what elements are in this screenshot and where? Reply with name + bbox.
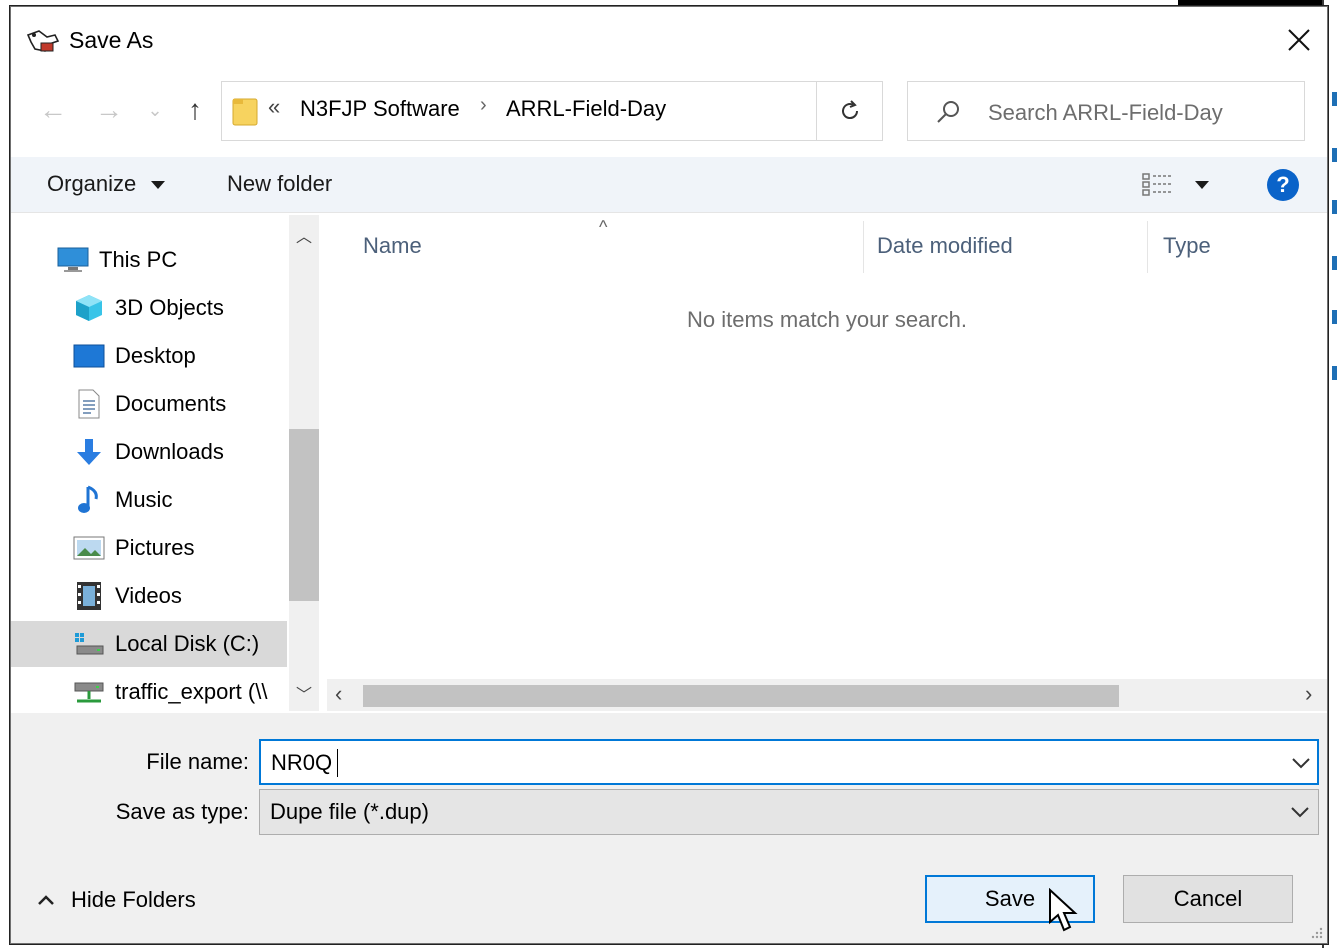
window-title: Save As — [69, 27, 154, 53]
navigation-pane: This PC 3D Objects Desktop Documents Dow… — [11, 215, 321, 711]
scroll-right-icon[interactable]: › — [1305, 681, 1312, 707]
sidebar-item-this-pc[interactable]: This PC — [11, 237, 287, 283]
title-bar: Save As — [11, 7, 1327, 71]
up-button[interactable]: ↑ — [177, 87, 213, 133]
file-name-field[interactable]: NR0Q — [259, 739, 1319, 785]
resize-grip-icon[interactable] — [1309, 925, 1323, 939]
sidebar-item-label: Desktop — [115, 343, 196, 368]
sidebar-item-downloads[interactable]: Downloads — [11, 429, 287, 475]
sidebar-item-videos[interactable]: Videos — [11, 573, 287, 619]
desktop-icon — [73, 341, 105, 371]
cancel-button[interactable]: Cancel — [1123, 875, 1293, 923]
sort-ascending-icon: ^ — [599, 217, 608, 237]
scrollbar-thumb[interactable] — [289, 429, 319, 601]
scroll-left-icon[interactable]: ‹ — [335, 681, 342, 707]
sidebar-item-local-disk[interactable]: Local Disk (C:) — [11, 621, 287, 667]
up-arrow-icon: ↑ — [188, 94, 202, 125]
folder-icon — [232, 98, 258, 126]
command-bar: Organize New folder ? — [11, 157, 1327, 213]
address-bar[interactable]: « N3FJP Software › ARRL-Field-Day — [221, 81, 994, 141]
save-form: File name: NR0Q Save as type: Dupe file … — [11, 713, 1327, 943]
chevron-down-icon[interactable] — [1291, 755, 1311, 771]
hide-folders-button[interactable]: Hide Folders — [37, 887, 196, 913]
column-header-date-modified[interactable]: Date modified — [877, 233, 1013, 259]
sidebar-item-documents[interactable]: Documents — [11, 381, 287, 427]
save-as-dialog: Save As ← → ⌄ ↑ « N3FJP Software › ARRL-… — [10, 6, 1328, 944]
save-as-type-select[interactable]: Dupe file (*.dup) — [259, 789, 1319, 835]
organize-button[interactable]: Organize — [47, 171, 136, 197]
column-divider[interactable] — [1147, 221, 1148, 273]
film-icon — [73, 581, 105, 611]
breadcrumb-arrl-field-day[interactable]: ARRL-Field-Day — [506, 96, 666, 122]
close-button[interactable] — [1271, 17, 1327, 63]
chevron-up-icon — [38, 895, 54, 905]
sidebar-item-label: Documents — [115, 391, 227, 416]
view-options-icon[interactable] — [1141, 171, 1175, 199]
search-icon — [937, 101, 959, 123]
save-as-type-value: Dupe file (*.dup) — [270, 799, 429, 824]
chevron-down-icon: ⌄ — [147, 99, 163, 120]
chevron-down-icon[interactable] — [1290, 804, 1310, 820]
music-note-icon — [73, 485, 105, 515]
forward-button[interactable]: → — [89, 87, 129, 133]
close-icon — [1288, 29, 1310, 51]
document-icon — [73, 389, 105, 419]
back-arrow-icon: ← — [39, 94, 67, 125]
sidebar-item-3d-objects[interactable]: 3D Objects — [11, 285, 287, 331]
sidebar-item-label: Pictures — [115, 535, 195, 560]
mouse-pointer-icon — [1049, 888, 1078, 932]
sidebar-item-label: 3D Objects — [115, 295, 224, 320]
sidebar-item-label: Videos — [115, 583, 182, 608]
drive-icon — [73, 629, 105, 659]
app-icon — [26, 30, 60, 52]
recent-locations-button[interactable]: ⌄ — [143, 87, 167, 133]
sidebar-item-label: traffic_export (\\ — [115, 679, 268, 704]
scrollbar-thumb[interactable] — [363, 685, 1119, 707]
search-box[interactable]: Search ARRL-Field-Day — [907, 81, 1305, 141]
file-name-label: File name: — [146, 749, 249, 774]
navigation-scrollbar[interactable]: ︿ ﹀ — [289, 215, 319, 711]
save-as-type-label: Save as type: — [115, 799, 249, 824]
text-cursor — [337, 749, 338, 777]
scroll-up-icon[interactable]: ︿ — [296, 223, 312, 247]
view-options-caret-icon[interactable] — [1195, 181, 1209, 189]
sidebar-item-music[interactable]: Music — [11, 477, 287, 523]
sidebar-item-label: Music — [115, 487, 173, 512]
address-overflow[interactable]: « — [268, 94, 280, 120]
breadcrumb-n3fjp-software[interactable]: N3FJP Software — [300, 96, 460, 122]
monitor-icon — [57, 245, 89, 275]
file-list: ^ Name Date modified Type No items match… — [327, 215, 1327, 711]
help-button[interactable]: ? — [1267, 169, 1299, 201]
scroll-down-icon[interactable]: ﹀ — [296, 681, 312, 705]
sidebar-item-traffic-export[interactable]: traffic_export (\\ — [11, 669, 287, 711]
cube-icon — [73, 293, 105, 323]
column-divider[interactable] — [863, 221, 864, 273]
forward-arrow-icon: → — [95, 94, 123, 125]
breadcrumb-separator[interactable]: › — [480, 94, 487, 117]
column-header-type[interactable]: Type — [1163, 233, 1211, 259]
sidebar-item-label: Local Disk (C:) — [115, 631, 260, 656]
help-icon: ? — [1276, 172, 1290, 197]
search-input[interactable]: Search ARRL-Field-Day — [988, 100, 1223, 126]
refresh-button[interactable] — [817, 81, 883, 141]
hide-folders-label: Hide Folders — [71, 887, 196, 912]
picture-icon — [73, 533, 105, 563]
sidebar-item-pictures[interactable]: Pictures — [11, 525, 287, 571]
refresh-icon — [841, 100, 858, 120]
organize-caret-icon[interactable] — [151, 181, 165, 189]
network-drive-icon — [73, 677, 105, 707]
new-folder-button[interactable]: New folder — [227, 171, 332, 197]
sidebar-item-label: This PC — [99, 247, 178, 272]
back-button[interactable]: ← — [33, 87, 73, 133]
column-header-name[interactable]: Name — [363, 233, 422, 259]
empty-message: No items match your search. — [687, 307, 967, 332]
sidebar-item-desktop[interactable]: Desktop — [11, 333, 287, 379]
file-name-value: NR0Q — [271, 750, 333, 775]
sidebar-item-label: Downloads — [115, 439, 224, 464]
horizontal-scrollbar[interactable]: ‹ › — [327, 679, 1327, 711]
download-arrow-icon — [73, 437, 105, 467]
